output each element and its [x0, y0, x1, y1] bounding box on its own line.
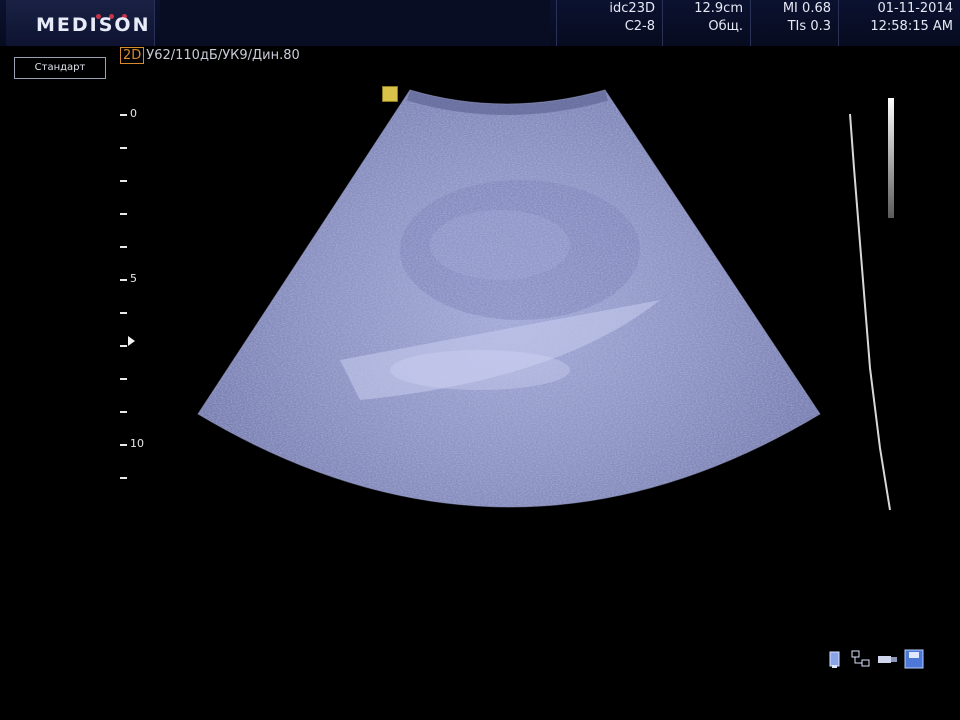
depth-tick [120, 444, 127, 446]
sector-scan [198, 90, 820, 507]
focus-position-arrow-icon [128, 336, 135, 346]
tgc-curve [849, 113, 891, 511]
depth-tick [120, 378, 127, 380]
depth-label-5: 5 [130, 272, 137, 285]
depth-tick [120, 345, 127, 347]
network-icon[interactable] [850, 648, 872, 670]
depth-tick [120, 411, 127, 413]
depth-tick [120, 312, 127, 314]
depth-tick [120, 477, 127, 479]
save-icon[interactable] [904, 648, 924, 670]
depth-tick [120, 213, 127, 215]
probe-icon[interactable] [826, 648, 844, 670]
depth-label-10: 10 [130, 437, 144, 450]
depth-tick [120, 246, 127, 248]
depth-label-0: 0 [130, 107, 137, 120]
depth-tick [120, 114, 127, 116]
depth-tick [120, 180, 127, 182]
depth-tick [120, 279, 127, 281]
depth-ruler: 0 5 10 [116, 100, 156, 500]
usb-icon[interactable] [876, 648, 900, 670]
depth-tick [120, 147, 127, 149]
focus-marker-icon[interactable] [382, 86, 398, 102]
